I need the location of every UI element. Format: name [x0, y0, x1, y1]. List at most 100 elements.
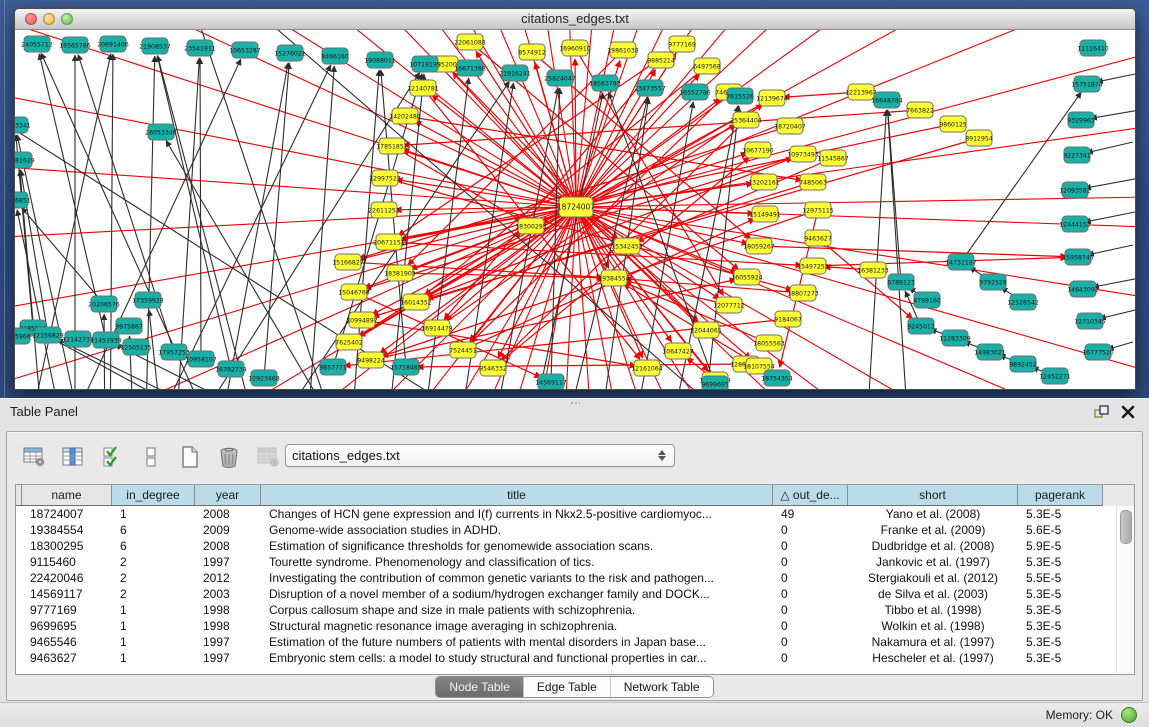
graph-node[interactable]: 12161064: [631, 360, 663, 376]
graph-node[interactable]: 14569117: [535, 374, 567, 389]
graph-node[interactable]: 12140781: [407, 80, 439, 96]
column-header-title[interactable]: title: [261, 485, 773, 506]
graph-node[interactable]: 12505135: [120, 339, 152, 355]
graph-node[interactable]: 8466160: [321, 48, 349, 64]
graph-node[interactable]: 7615526: [726, 88, 754, 104]
graph-node[interactable]: 16381233: [857, 262, 889, 278]
graph-node[interactable]: 14202480: [389, 108, 421, 124]
graph-edge[interactable]: [1087, 142, 1133, 153]
graph-node[interactable]: 17851851: [376, 138, 408, 154]
graph-node[interactable]: 16914479: [421, 320, 453, 336]
graph-node[interactable]: 7663822: [906, 102, 934, 118]
graph-node[interactable]: 16782739: [215, 361, 247, 377]
graph-edge[interactable]: [15, 207, 576, 351]
graph-edge[interactable]: [305, 66, 334, 389]
graph-node[interactable]: 12528542: [1007, 294, 1039, 310]
graph-node[interactable]: 16648784: [871, 92, 903, 108]
table-row[interactable]: 1872400712008Changes of HCN gene express…: [16, 506, 1134, 522]
graph-node[interactable]: 9792528: [979, 274, 1007, 290]
column-header-name[interactable]: name: [22, 485, 112, 506]
graph-node[interactable]: 15046766: [338, 284, 370, 300]
graph-node[interactable]: 14732187: [945, 254, 977, 270]
graph-node[interactable]: 20181629: [15, 152, 35, 168]
graph-edge[interactable]: [1085, 178, 1135, 188]
graph-node[interactable]: 16960910: [559, 40, 591, 56]
graph-node[interactable]: 15497253: [797, 258, 829, 274]
column-header-pagerank[interactable]: pagerank: [1018, 485, 1103, 506]
graph-node[interactable]: 7625402: [335, 334, 363, 350]
graph-node[interactable]: 10647427: [662, 343, 694, 359]
graph-node[interactable]: 6789123: [887, 274, 915, 290]
graph-edge[interactable]: [175, 58, 199, 389]
graph-node[interactable]: 10719195: [409, 56, 441, 72]
drag-grip-icon[interactable]: [570, 401, 580, 406]
graph-edge[interactable]: [1093, 278, 1135, 287]
graph-node[interactable]: 15718485: [390, 359, 422, 375]
graph-node[interactable]: 12444153: [1059, 216, 1091, 232]
graph-node[interactable]: 22044065: [690, 322, 722, 338]
graph-node[interactable]: 10677190: [742, 142, 774, 158]
graph-node[interactable]: 14643092: [1067, 281, 1099, 297]
column-header-in_degree[interactable]: in_degree: [112, 485, 195, 506]
graph-node[interactable]: 15166827: [332, 254, 364, 270]
graph-node[interactable]: 12077712: [713, 297, 745, 313]
graph-node[interactable]: 9777169: [668, 36, 696, 52]
graph-node[interactable]: 13202161: [748, 174, 780, 190]
graph-node[interactable]: 15342453: [611, 238, 643, 254]
graph-node[interactable]: 12093582: [1059, 182, 1091, 198]
tab-network-table[interactable]: Network Table: [610, 677, 713, 697]
graph-node[interactable]: 23063341: [15, 117, 31, 133]
new-file-button[interactable]: [175, 442, 205, 472]
graph-node[interactable]: 9245012: [907, 318, 935, 334]
graph-node[interactable]: 10958107: [185, 351, 217, 367]
graph-node[interactable]: 16671388: [454, 60, 486, 76]
close-panel-icon[interactable]: [1119, 403, 1137, 421]
graph-node[interactable]: 15276021: [274, 45, 306, 61]
tab-node-table[interactable]: Node Table: [436, 677, 523, 697]
graph-node[interactable]: 23473557: [634, 80, 666, 96]
graph-node[interactable]: 7524451: [449, 342, 477, 358]
graph-edge[interactable]: [576, 207, 1135, 337]
graph-node[interactable]: 18059267: [743, 238, 775, 254]
graph-node[interactable]: 12139674: [756, 90, 788, 106]
graph-node[interactable]: 8912954: [965, 130, 993, 146]
graph-edge[interactable]: [15, 149, 576, 207]
graph-node[interactable]: 10653287: [229, 42, 261, 58]
graph-node[interactable]: 3315966: [15, 328, 31, 344]
column-header-out_de[interactable]: △ out_de...: [773, 485, 848, 506]
graph-node[interactable]: 18754354: [761, 370, 793, 386]
graph-edge[interactable]: [158, 56, 265, 389]
graph-node[interactable]: 16014352: [400, 294, 432, 310]
float-panel-icon[interactable]: [1093, 403, 1111, 421]
graph-edge[interactable]: [1085, 212, 1135, 222]
graph-node[interactable]: 25206851: [15, 192, 31, 208]
graph-node[interactable]: 9463627: [804, 230, 832, 246]
graph-node[interactable]: 12997523: [369, 170, 401, 186]
column-header-short[interactable]: short: [848, 485, 1018, 506]
scrollbar-thumb[interactable]: [1120, 510, 1132, 544]
graph-node[interactable]: 11283309: [939, 330, 971, 346]
graph-node[interactable]: 19384554: [598, 270, 630, 286]
graph-node[interactable]: 22061088: [454, 34, 486, 50]
memory-indicator-icon[interactable]: [1121, 707, 1137, 723]
graph-node[interactable]: 7485063: [799, 174, 827, 190]
graph-node[interactable]: 10973493: [787, 146, 819, 162]
graph-node[interactable]: 15958745: [1062, 249, 1094, 265]
graph-node[interactable]: 12710345: [1074, 313, 1106, 329]
graph-node[interactable]: 20691406: [97, 36, 129, 52]
graph-edge[interactable]: [200, 58, 201, 359]
graph-node[interactable]: 26053346: [145, 124, 177, 140]
graph-node[interactable]: 11116410: [1077, 40, 1109, 56]
graph-node[interactable]: 16777520: [1082, 344, 1114, 360]
graph-node[interactable]: 18300295: [515, 218, 547, 234]
graph-node[interactable]: 20206576: [88, 296, 120, 312]
table-row[interactable]: 977716911998Corpus callosum shape and si…: [16, 602, 1134, 618]
graph-node[interactable]: 11545867: [817, 150, 849, 166]
graph-node[interactable]: 17359928: [132, 292, 164, 308]
graph-node[interactable]: 9892452: [1009, 356, 1037, 372]
table-row[interactable]: 946554611997Estimation of the future num…: [16, 634, 1134, 650]
tab-edge-table[interactable]: Edge Table: [523, 677, 610, 697]
graph-node[interactable]: 12142737: [62, 331, 94, 347]
vertical-scrollbar[interactable]: [1116, 506, 1134, 674]
graph-node[interactable]: 19565786: [59, 37, 91, 53]
